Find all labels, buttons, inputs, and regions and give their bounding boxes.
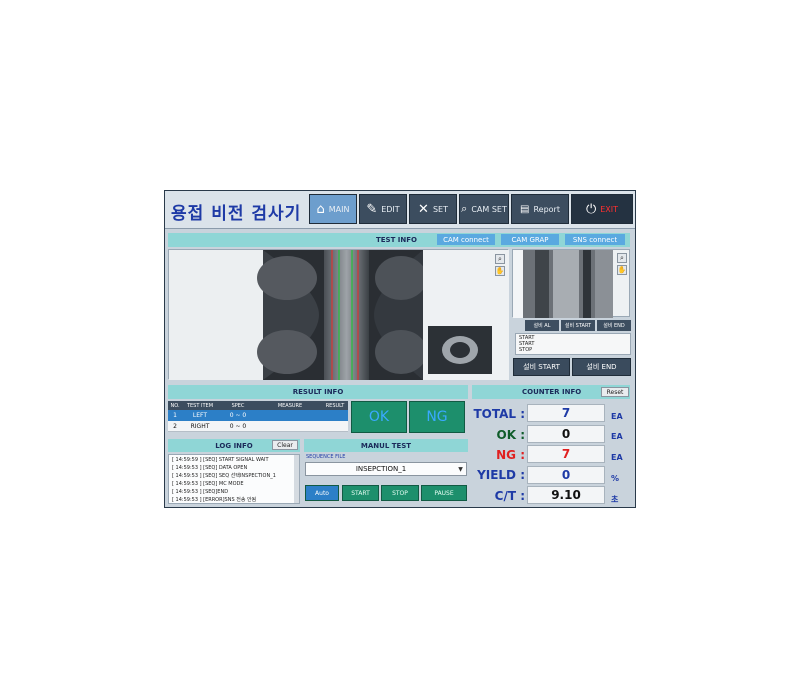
side-camera-view: ⌕ ✋ — [512, 249, 630, 318]
hand-pan-icon[interactable]: ✋ — [495, 266, 505, 276]
app-window: 용접 비전 검사기 ⌂ MAIN ✎ EDIT ✕ SET ⌕ CAM SET … — [164, 190, 636, 508]
sequence-file-label: SEQUENCE FILE — [306, 454, 346, 460]
sns-connect-button[interactable]: SNS connect — [565, 234, 625, 245]
nav-set-label: SET — [432, 204, 448, 214]
ok-label: OK : — [496, 428, 525, 442]
result-table-header: NO. TEST ITEM SPEC MEASURE RESULT — [168, 401, 348, 410]
side-camera-image — [513, 250, 613, 318]
search-icon: ⌕ — [461, 202, 468, 215]
ok-value: 0 — [527, 425, 605, 443]
nav-main-label: MAIN — [328, 204, 350, 214]
ct-value: 9.10 — [527, 486, 605, 504]
col-no: NO. — [170, 402, 180, 409]
device-end-button[interactable]: 설비 END — [572, 358, 631, 376]
log-clear-button[interactable]: Clear — [272, 440, 298, 450]
counter-info-title: COUNTER INFO — [522, 388, 582, 396]
sequence-file-value: INSEPCTION_1 — [355, 465, 407, 473]
row-spec: 0 ~ 0 — [229, 412, 247, 419]
nav-cam-set-label: CAM SET — [471, 204, 507, 214]
ng-label: NG : — [496, 448, 525, 462]
log-list[interactable]: [ 14:59:59 ] [SEQ] START SIGNAL WAIT [ 1… — [168, 454, 300, 504]
yield-value: 0 — [527, 466, 605, 484]
device-start-button[interactable]: 설비 START — [513, 358, 570, 376]
log-line: [ 14:59:53 ] [SEQ] SEQ 선택INSPECTION_1 — [172, 473, 276, 479]
row-result — [322, 421, 348, 432]
app-title: 용접 비전 검사기 — [171, 204, 302, 224]
test-info-title: TEST INFO — [376, 236, 418, 244]
side-zoom-icon[interactable]: ⌕ — [617, 253, 627, 263]
counter-reset-button[interactable]: Reset — [601, 387, 629, 397]
log-line: [ 14:59:53 ] [SEQ] MC MODE — [172, 481, 244, 487]
auto-button[interactable]: Auto — [305, 485, 339, 501]
total-unit: EA — [611, 412, 623, 421]
side-hand-icon[interactable]: ✋ — [617, 265, 627, 275]
row-spec: 0 ~ 0 — [229, 423, 247, 430]
cam-connect-button[interactable]: CAM connect — [437, 234, 495, 245]
nav-cam-set-button[interactable]: ⌕ CAM SET — [459, 194, 509, 224]
log-line: [ 14:59:53 ] [SEQ]END — [172, 489, 229, 495]
row-result — [322, 410, 348, 421]
sequence-file-select[interactable]: INSEPCTION_1 ▼ — [305, 462, 467, 476]
row-measure — [258, 410, 322, 421]
device-status-list: START START STOP — [515, 333, 631, 355]
chevron-down-icon: ▼ — [458, 465, 463, 473]
power-icon: ⏻ — [585, 201, 597, 217]
nav-exit-button[interactable]: ⏻ EXIT — [571, 194, 633, 224]
device-end-small-button[interactable]: 설비 END — [597, 320, 631, 331]
nav-edit-button[interactable]: ✎ EDIT — [359, 194, 407, 224]
stop-button[interactable]: STOP — [381, 485, 419, 501]
row-no: 2 — [173, 423, 177, 430]
result-info-header: RESULT INFO — [168, 385, 468, 399]
pause-button[interactable]: PAUSE — [421, 485, 467, 501]
nav-exit-label: EXIT — [600, 204, 619, 214]
weld-camera-image — [169, 250, 509, 380]
pencil-icon: ✎ — [366, 201, 378, 217]
printer-icon: ▤ — [520, 203, 530, 215]
main-camera-view: ⌕ ✋ — [168, 249, 509, 380]
log-line: [ 14:59:53 ] [ERROR]SNS 전송 안됨 — [172, 497, 257, 503]
cam-grap-button[interactable]: CAM GRAP — [501, 234, 559, 245]
ok-unit: EA — [611, 432, 623, 441]
nav-set-button[interactable]: ✕ SET — [409, 194, 457, 224]
device-start-small-button[interactable]: 설비 START — [561, 320, 595, 331]
table-row[interactable]: 2 RIGHT 0 ~ 0 — [168, 421, 348, 432]
row-measure — [258, 421, 322, 432]
log-scrollbar[interactable] — [294, 455, 299, 503]
yield-label: YIELD : — [477, 468, 525, 482]
row-no: 1 — [173, 412, 177, 419]
ok-indicator: OK — [351, 401, 407, 433]
tools-icon: ✕ — [418, 201, 429, 217]
col-spec: SPEC — [231, 402, 245, 409]
home-icon: ⌂ — [316, 201, 325, 217]
col-result: RESULT — [325, 402, 345, 409]
row-item: RIGHT — [190, 423, 210, 430]
ct-unit: 초 — [611, 495, 619, 504]
log-info-title: LOG INFO — [215, 441, 253, 450]
ct-label: C/T : — [494, 489, 525, 503]
table-row[interactable]: 1 LEFT 0 ~ 0 — [168, 410, 348, 421]
test-info-header: TEST INFO — [168, 233, 630, 247]
ng-unit: EA — [611, 453, 623, 462]
nav-edit-label: EDIT — [381, 204, 400, 214]
log-line: [ 14:59:59 ] [SEQ] START SIGNAL WAIT — [172, 457, 269, 463]
col-test-item: TEST ITEM — [186, 402, 214, 409]
ng-indicator: NG — [409, 401, 465, 433]
start-button[interactable]: START — [342, 485, 379, 501]
total-value: 7 — [527, 404, 605, 422]
row-item: LEFT — [192, 412, 208, 419]
nav-report-button[interactable]: ▤ Report — [511, 194, 569, 224]
device-al-button[interactable]: 설비 AL — [525, 320, 559, 331]
zoom-icon[interactable]: ⌕ — [495, 254, 505, 264]
total-label: TOTAL : — [473, 407, 525, 421]
ng-value: 7 — [527, 445, 605, 463]
yield-unit: % — [611, 474, 620, 483]
top-bar: 용접 비전 검사기 ⌂ MAIN ✎ EDIT ✕ SET ⌕ CAM SET … — [165, 191, 635, 229]
status-line: STOP — [519, 347, 533, 353]
log-line: [ 14:59:53 ] [SEQ] DATA OPEN — [172, 465, 248, 471]
nav-report-label: Report — [533, 204, 560, 214]
manual-test-header: MANUL TEST — [304, 439, 468, 452]
nav-main-button[interactable]: ⌂ MAIN — [309, 194, 357, 224]
col-measure: MEASURE — [277, 402, 303, 409]
